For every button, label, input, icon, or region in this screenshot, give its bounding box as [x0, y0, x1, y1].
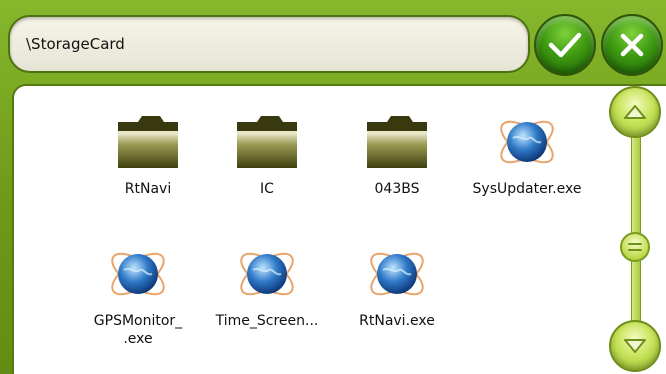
globe-app-icon	[111, 252, 165, 296]
file-label: 043BS	[374, 181, 420, 197]
scrollbar-thumb[interactable]	[620, 232, 650, 262]
file-item-ic-folder[interactable]: IC	[202, 114, 332, 198]
file-label: Time_Screen...	[215, 313, 319, 329]
file-label: RtNavi	[124, 181, 172, 197]
close-icon	[620, 33, 644, 57]
folder-icon	[118, 116, 178, 168]
file-label: SysUpdater.exe	[472, 181, 582, 197]
file-item-time-screen-exe[interactable]: Time_Screen...	[202, 246, 332, 330]
globe-app-icon	[240, 252, 294, 296]
arrow-up-icon	[624, 105, 646, 119]
scroll-up-button[interactable]	[609, 86, 661, 138]
window-frame: \StorageCard RtNavi IC 043BS SysUpdater.…	[0, 0, 666, 374]
file-item-sysupdater-exe[interactable]: SysUpdater.exe	[462, 114, 592, 198]
path-field[interactable]: \StorageCard	[8, 15, 530, 73]
arrow-down-icon	[624, 339, 646, 353]
close-button[interactable]	[601, 14, 663, 76]
globe-app-icon	[500, 120, 554, 164]
grip-icon	[628, 243, 642, 251]
file-item-rtnavi-folder[interactable]: RtNavi	[83, 114, 213, 198]
file-label: GPSMonitor_ .exe	[93, 313, 183, 347]
globe-app-icon	[370, 252, 424, 296]
file-label: RtNavi.exe	[359, 313, 435, 329]
folder-icon	[237, 116, 297, 168]
confirm-button[interactable]	[534, 14, 596, 76]
scrollbar-track[interactable]	[631, 125, 641, 337]
folder-icon	[367, 116, 427, 168]
file-browser-pane: RtNavi IC 043BS SysUpdater.exe GPSMonito…	[12, 84, 666, 374]
checkmark-icon	[548, 32, 582, 58]
file-item-rtnavi-exe[interactable]: RtNavi.exe	[332, 246, 462, 330]
file-item-043bs-folder[interactable]: 043BS	[332, 114, 462, 198]
file-label: IC	[260, 181, 274, 197]
file-item-gpsmonitor-exe[interactable]: GPSMonitor_ .exe	[73, 246, 203, 348]
path-text: \StorageCard	[26, 35, 125, 53]
scroll-down-button[interactable]	[609, 320, 661, 372]
